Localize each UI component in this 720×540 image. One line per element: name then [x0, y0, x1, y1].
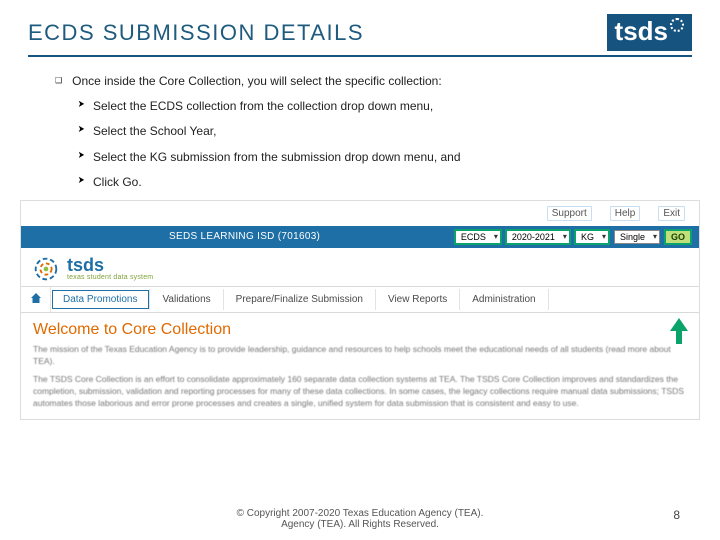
intro-text: Once inside the Core Collection, you wil…: [72, 73, 442, 89]
app-brand-sub: texas student data system: [67, 274, 153, 281]
tab-validations[interactable]: Validations: [150, 289, 223, 310]
title-underline: [28, 55, 692, 57]
year-select[interactable]: 2020-2021: [506, 230, 570, 244]
welcome-para-1: The mission of the Texas Education Agenc…: [33, 344, 687, 368]
copyright-line-1: © Copyright 2007-2020 Texas Education Ag…: [0, 508, 720, 519]
exit-link[interactable]: Exit: [658, 206, 685, 221]
tab-reports[interactable]: View Reports: [376, 289, 460, 310]
district-label: SEDS LEARNING ISD (701603): [29, 231, 320, 242]
step-item: Click Go.: [77, 174, 665, 190]
app-screenshot: Support Help Exit SEDS LEARNING ISD (701…: [20, 200, 700, 420]
home-icon: [30, 292, 42, 304]
app-body: Welcome to Core Collection The mission o…: [21, 313, 699, 419]
step-item: Select the ECDS collection from the coll…: [77, 98, 665, 114]
go-button[interactable]: GO: [665, 230, 691, 244]
tab-prepare[interactable]: Prepare/Finalize Submission: [224, 289, 376, 310]
welcome-para-2: The TSDS Core Collection is an effort to…: [33, 374, 687, 410]
tab-admin[interactable]: Administration: [460, 289, 548, 310]
page-title: ECDS SUBMISSION DETAILS: [28, 20, 364, 46]
content-area: ❑ Once inside the Core Collection, you w…: [0, 63, 720, 190]
mode-select[interactable]: Single: [614, 230, 660, 244]
bullet-icon: ❑: [55, 76, 62, 89]
app-tabbar: Data Promotions Validations Prepare/Fina…: [21, 286, 699, 313]
footer: © Copyright 2007-2020 Texas Education Ag…: [0, 508, 720, 530]
app-filter-bar: SEDS LEARNING ISD (701603) ECDS 2020-202…: [21, 226, 699, 248]
step-item: Select the KG submission from the submis…: [77, 149, 665, 165]
help-link[interactable]: Help: [610, 206, 641, 221]
highlight-arrow-stem: [676, 330, 682, 344]
step-item: Select the School Year,: [77, 123, 665, 139]
app-utility-links: Support Help Exit: [21, 201, 699, 226]
home-tab[interactable]: [21, 287, 51, 312]
collection-select[interactable]: ECDS: [455, 230, 501, 244]
app-brand-main: tsds: [67, 256, 153, 274]
submission-select[interactable]: KG: [575, 230, 609, 244]
page-number: 8: [673, 508, 680, 522]
title-bar: ECDS SUBMISSION DETAILS tsds: [0, 0, 720, 63]
copyright-line-2: Agency (TEA). All Rights Reserved.: [0, 519, 720, 530]
tsds-logo: tsds: [607, 14, 692, 51]
tsds-swirl-icon: [31, 254, 61, 284]
support-link[interactable]: Support: [547, 206, 592, 221]
app-logo-row: tsds texas student data system: [21, 248, 699, 286]
tab-data-promotions[interactable]: Data Promotions: [51, 289, 150, 310]
welcome-heading: Welcome to Core Collection: [33, 321, 687, 339]
steps-list: Select the ECDS collection from the coll…: [55, 98, 665, 190]
